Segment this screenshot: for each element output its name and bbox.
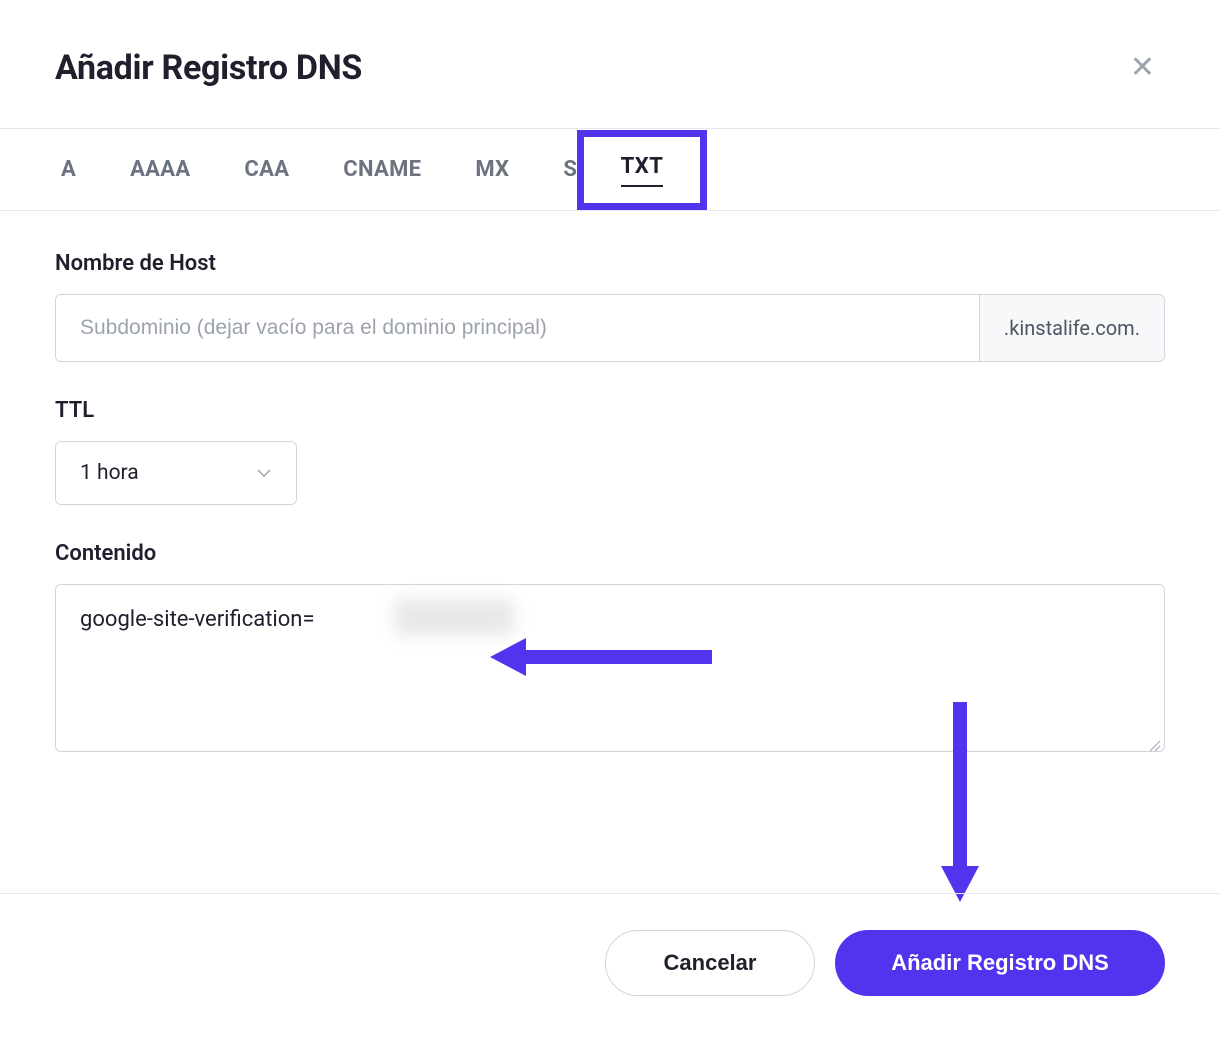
tab-txt-highlight: TXT [577,130,707,210]
content-textarea[interactable] [55,584,1165,752]
modal-footer: Cancelar Añadir Registro DNS [0,893,1220,1056]
tab-txt[interactable]: TXT [621,154,664,187]
host-field-group: Nombre de Host .kinstalife.com. [55,251,1165,362]
tab-cname[interactable]: CNAME [337,131,427,208]
ttl-value: 1 hora [80,461,139,485]
host-label: Nombre de Host [55,251,1165,276]
submit-button[interactable]: Añadir Registro DNS [835,930,1165,996]
tab-a[interactable]: A [55,131,82,208]
host-input-wrap: .kinstalife.com. [55,294,1165,362]
host-suffix: .kinstalife.com. [979,295,1164,361]
content-label: Contenido [55,541,1165,566]
modal-title: Añadir Registro DNS [55,48,362,88]
host-input[interactable] [56,295,979,361]
content-field-group: Contenido [55,541,1165,756]
modal-header: Añadir Registro DNS ✕ [0,0,1220,129]
tab-caa[interactable]: CAA [238,131,295,208]
close-icon[interactable]: ✕ [1120,49,1165,87]
cancel-button[interactable]: Cancelar [605,930,815,996]
ttl-select[interactable]: 1 hora [55,441,297,505]
chevron-down-icon [256,465,272,481]
form-body: Nombre de Host .kinstalife.com. TTL 1 ho… [0,211,1220,756]
record-type-tabs: A AAAA CAA CNAME MX SRV TXT [0,129,1220,211]
tab-aaaa[interactable]: AAAA [124,131,196,208]
dns-add-modal: Añadir Registro DNS ✕ A AAAA CAA CNAME M… [0,0,1220,1056]
ttl-label: TTL [55,398,1165,423]
tab-mx[interactable]: MX [469,131,515,208]
ttl-field-group: TTL 1 hora [55,398,1165,505]
content-wrap [55,584,1165,756]
